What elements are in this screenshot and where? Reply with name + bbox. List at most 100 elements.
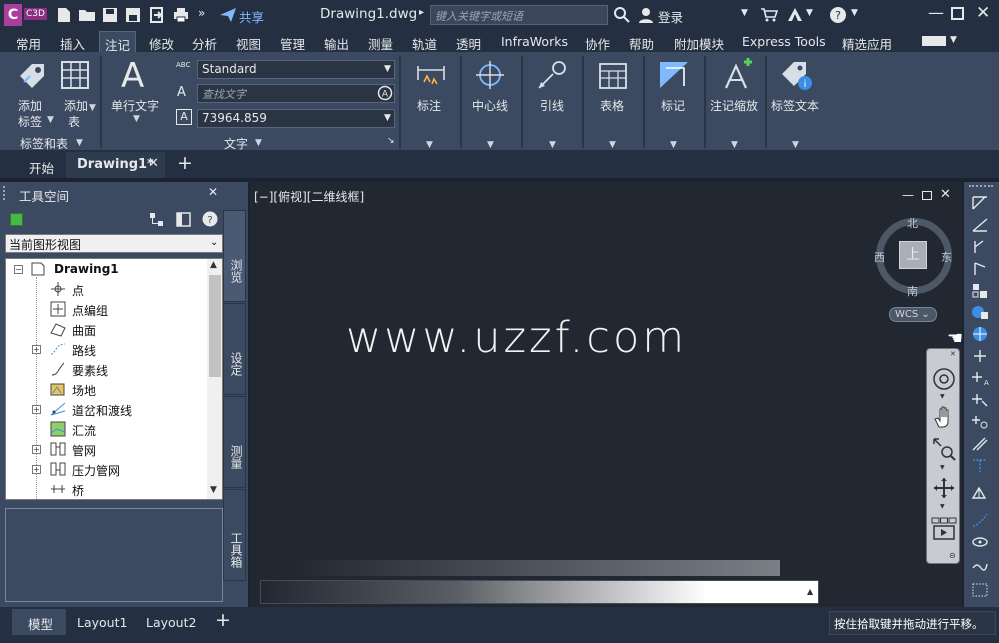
drawing-viewport[interactable]: [−][俯视][二维线框] — ✕ 北 南 东 西 上 WCS ⌄ www.uz… xyxy=(250,182,963,607)
layer-states-icon[interactable] xyxy=(971,534,989,550)
add-layout-button[interactable]: + xyxy=(215,609,231,631)
panel-text-launcher-icon[interactable]: ↘ xyxy=(387,136,395,146)
command-line-input[interactable]: ▲ xyxy=(260,580,819,604)
pan-hand-icon[interactable] xyxy=(932,405,956,429)
tab-home[interactable]: 常用 xyxy=(16,34,41,53)
save-as-icon[interactable] xyxy=(124,6,142,24)
add-tables-icon[interactable] xyxy=(60,60,90,90)
app-logo[interactable]: C C3D xyxy=(4,4,47,26)
leader-button[interactable]: 引线 ▼ xyxy=(523,54,581,150)
grid-snap-icon[interactable] xyxy=(971,582,989,598)
panel-text-expand-icon[interactable]: ▼ xyxy=(255,138,262,148)
markup-button[interactable]: 标记 ▼ xyxy=(645,54,703,150)
tab-infraworks[interactable]: InfraWorks xyxy=(501,34,568,49)
zoom-extents-icon[interactable] xyxy=(932,437,956,461)
sphere-table-icon[interactable] xyxy=(971,304,989,320)
cart-icon[interactable] xyxy=(760,6,778,24)
annotation-scale-dropdown-icon[interactable]: ▼ xyxy=(731,140,738,150)
viewport-close-icon[interactable]: ✕ xyxy=(940,187,951,202)
view-cube-top-face[interactable]: 上 xyxy=(899,241,927,269)
open-folder-icon[interactable] xyxy=(78,6,96,24)
save-icon[interactable] xyxy=(101,6,119,24)
text-height-dropdown-icon[interactable]: ▼ xyxy=(384,113,391,123)
add-labels-icon[interactable] xyxy=(16,60,48,92)
command-line-dropdown-icon[interactable]: ▲ xyxy=(807,587,813,596)
table-button[interactable]: 表格 ▼ xyxy=(584,54,642,150)
add-labels-line2[interactable]: 标签 xyxy=(18,113,42,130)
leader-dropdown-icon[interactable]: ▼ xyxy=(549,140,556,150)
tab-insert[interactable]: 插入 xyxy=(60,34,85,53)
tree-item-point-groups[interactable]: 点编组 xyxy=(72,302,108,322)
help-icon[interactable]: ? xyxy=(829,6,847,24)
tab-view[interactable]: 视图 xyxy=(236,34,261,53)
tab-start[interactable]: 开始 xyxy=(29,158,54,177)
steering-wheel-icon[interactable] xyxy=(932,367,956,391)
tree-expand-icon[interactable]: + xyxy=(32,465,41,474)
add-labels-line1[interactable]: 添加 xyxy=(18,97,42,114)
zoom-point-icon[interactable] xyxy=(971,414,989,430)
tree-root[interactable]: Drawing1 xyxy=(54,262,119,282)
tree-collapse-icon[interactable]: − xyxy=(14,265,23,274)
import-icon[interactable] xyxy=(148,6,166,24)
close-button[interactable]: ✕ xyxy=(976,3,990,23)
tree-item-surfaces[interactable]: 曲面 xyxy=(72,322,96,342)
compass-east[interactable]: 东 xyxy=(941,249,952,265)
navbar-close-icon[interactable]: ✕ xyxy=(950,350,956,358)
user-icon[interactable] xyxy=(637,6,655,24)
ribbon-toggle-dropdown-icon[interactable]: ▼ xyxy=(950,35,957,45)
tree-item-turnouts[interactable]: 道岔和渡线 xyxy=(72,402,132,422)
orbit-dropdown-icon[interactable]: ▼ xyxy=(940,503,945,510)
globe-icon[interactable] xyxy=(971,326,989,342)
offset-icon[interactable] xyxy=(971,436,989,452)
tree-item-feature-lines[interactable]: 要素线 xyxy=(72,362,108,382)
orbit-icon[interactable] xyxy=(932,476,956,500)
print-icon[interactable] xyxy=(172,6,190,24)
markup-dropdown-icon[interactable]: ▼ xyxy=(670,140,677,150)
dim-angular-icon[interactable] xyxy=(971,239,989,255)
toolspace-tree-icon[interactable] xyxy=(149,212,164,227)
scroll-up-icon[interactable]: ▲ xyxy=(210,260,217,270)
search-expand-icon[interactable]: ▸ xyxy=(419,7,424,18)
maximize-button[interactable] xyxy=(951,7,964,20)
select-point-icon[interactable] xyxy=(971,392,989,408)
compass-west[interactable]: 西 xyxy=(874,249,885,265)
vtab-toolbox[interactable]: 工具箱 xyxy=(223,489,246,581)
point-label-icon[interactable]: A xyxy=(971,370,989,386)
share-icon[interactable] xyxy=(219,6,237,24)
tree-expand-icon[interactable]: + xyxy=(32,345,41,354)
steering-dropdown-icon[interactable]: ▼ xyxy=(940,393,945,400)
vtab-prospector[interactable]: 浏览 xyxy=(223,210,246,302)
tab-drawing1[interactable]: Drawing1* ✕ xyxy=(66,152,165,178)
tag-text-dropdown-icon[interactable]: ▼ xyxy=(792,140,799,150)
single-line-text-dropdown-icon[interactable]: ▼ xyxy=(133,114,140,124)
viewport-restore-icon[interactable] xyxy=(922,191,932,200)
vtab-settings[interactable]: 设定 xyxy=(223,303,246,395)
viewport-minimize-icon[interactable]: — xyxy=(902,188,914,202)
tag-text-button[interactable]: i 标签文本 ▼ xyxy=(767,54,825,150)
tab-survey[interactable]: 测量 xyxy=(368,34,393,53)
curve-tool-icon[interactable] xyxy=(971,512,989,528)
navbar-options-icon[interactable]: ⊝ xyxy=(949,551,956,560)
tree-item-pressure-networks[interactable]: 压力管网 xyxy=(72,462,120,482)
panel-labels-tables-expand-icon[interactable]: ▼ xyxy=(76,138,83,148)
tab-help[interactable]: 帮助 xyxy=(629,34,654,53)
dimension-dropdown-icon[interactable]: ▼ xyxy=(426,140,433,150)
tab-layout2[interactable]: Layout2 xyxy=(146,615,196,630)
dimension-button[interactable]: 标注 ▼ xyxy=(402,54,459,150)
text-style-dropdown-icon[interactable]: ▼ xyxy=(384,64,391,74)
view-select[interactable]: 当前图形视图 ⌄ xyxy=(5,234,223,253)
minimize-button[interactable]: — xyxy=(928,3,944,22)
tree-expand-icon[interactable]: + xyxy=(32,445,41,454)
login-label[interactable]: 登录 xyxy=(658,7,683,26)
ribbon-toggle-button[interactable] xyxy=(922,36,946,46)
tree-expand-icon[interactable]: + xyxy=(32,405,41,414)
tab-layout1[interactable]: Layout1 xyxy=(77,615,127,630)
tab-collaborate[interactable]: 协作 xyxy=(585,34,610,53)
toolspace-preview-icon[interactable] xyxy=(176,212,191,227)
table-dropdown-icon[interactable]: ▼ xyxy=(609,140,616,150)
viewport-controls-label[interactable]: [−][俯视][二维线框] xyxy=(254,188,364,205)
block-icon[interactable] xyxy=(971,283,989,299)
view-select-dropdown-icon[interactable]: ⌄ xyxy=(210,237,218,248)
strip-grip-icon[interactable] xyxy=(969,185,993,188)
contour-icon[interactable] xyxy=(971,556,989,572)
